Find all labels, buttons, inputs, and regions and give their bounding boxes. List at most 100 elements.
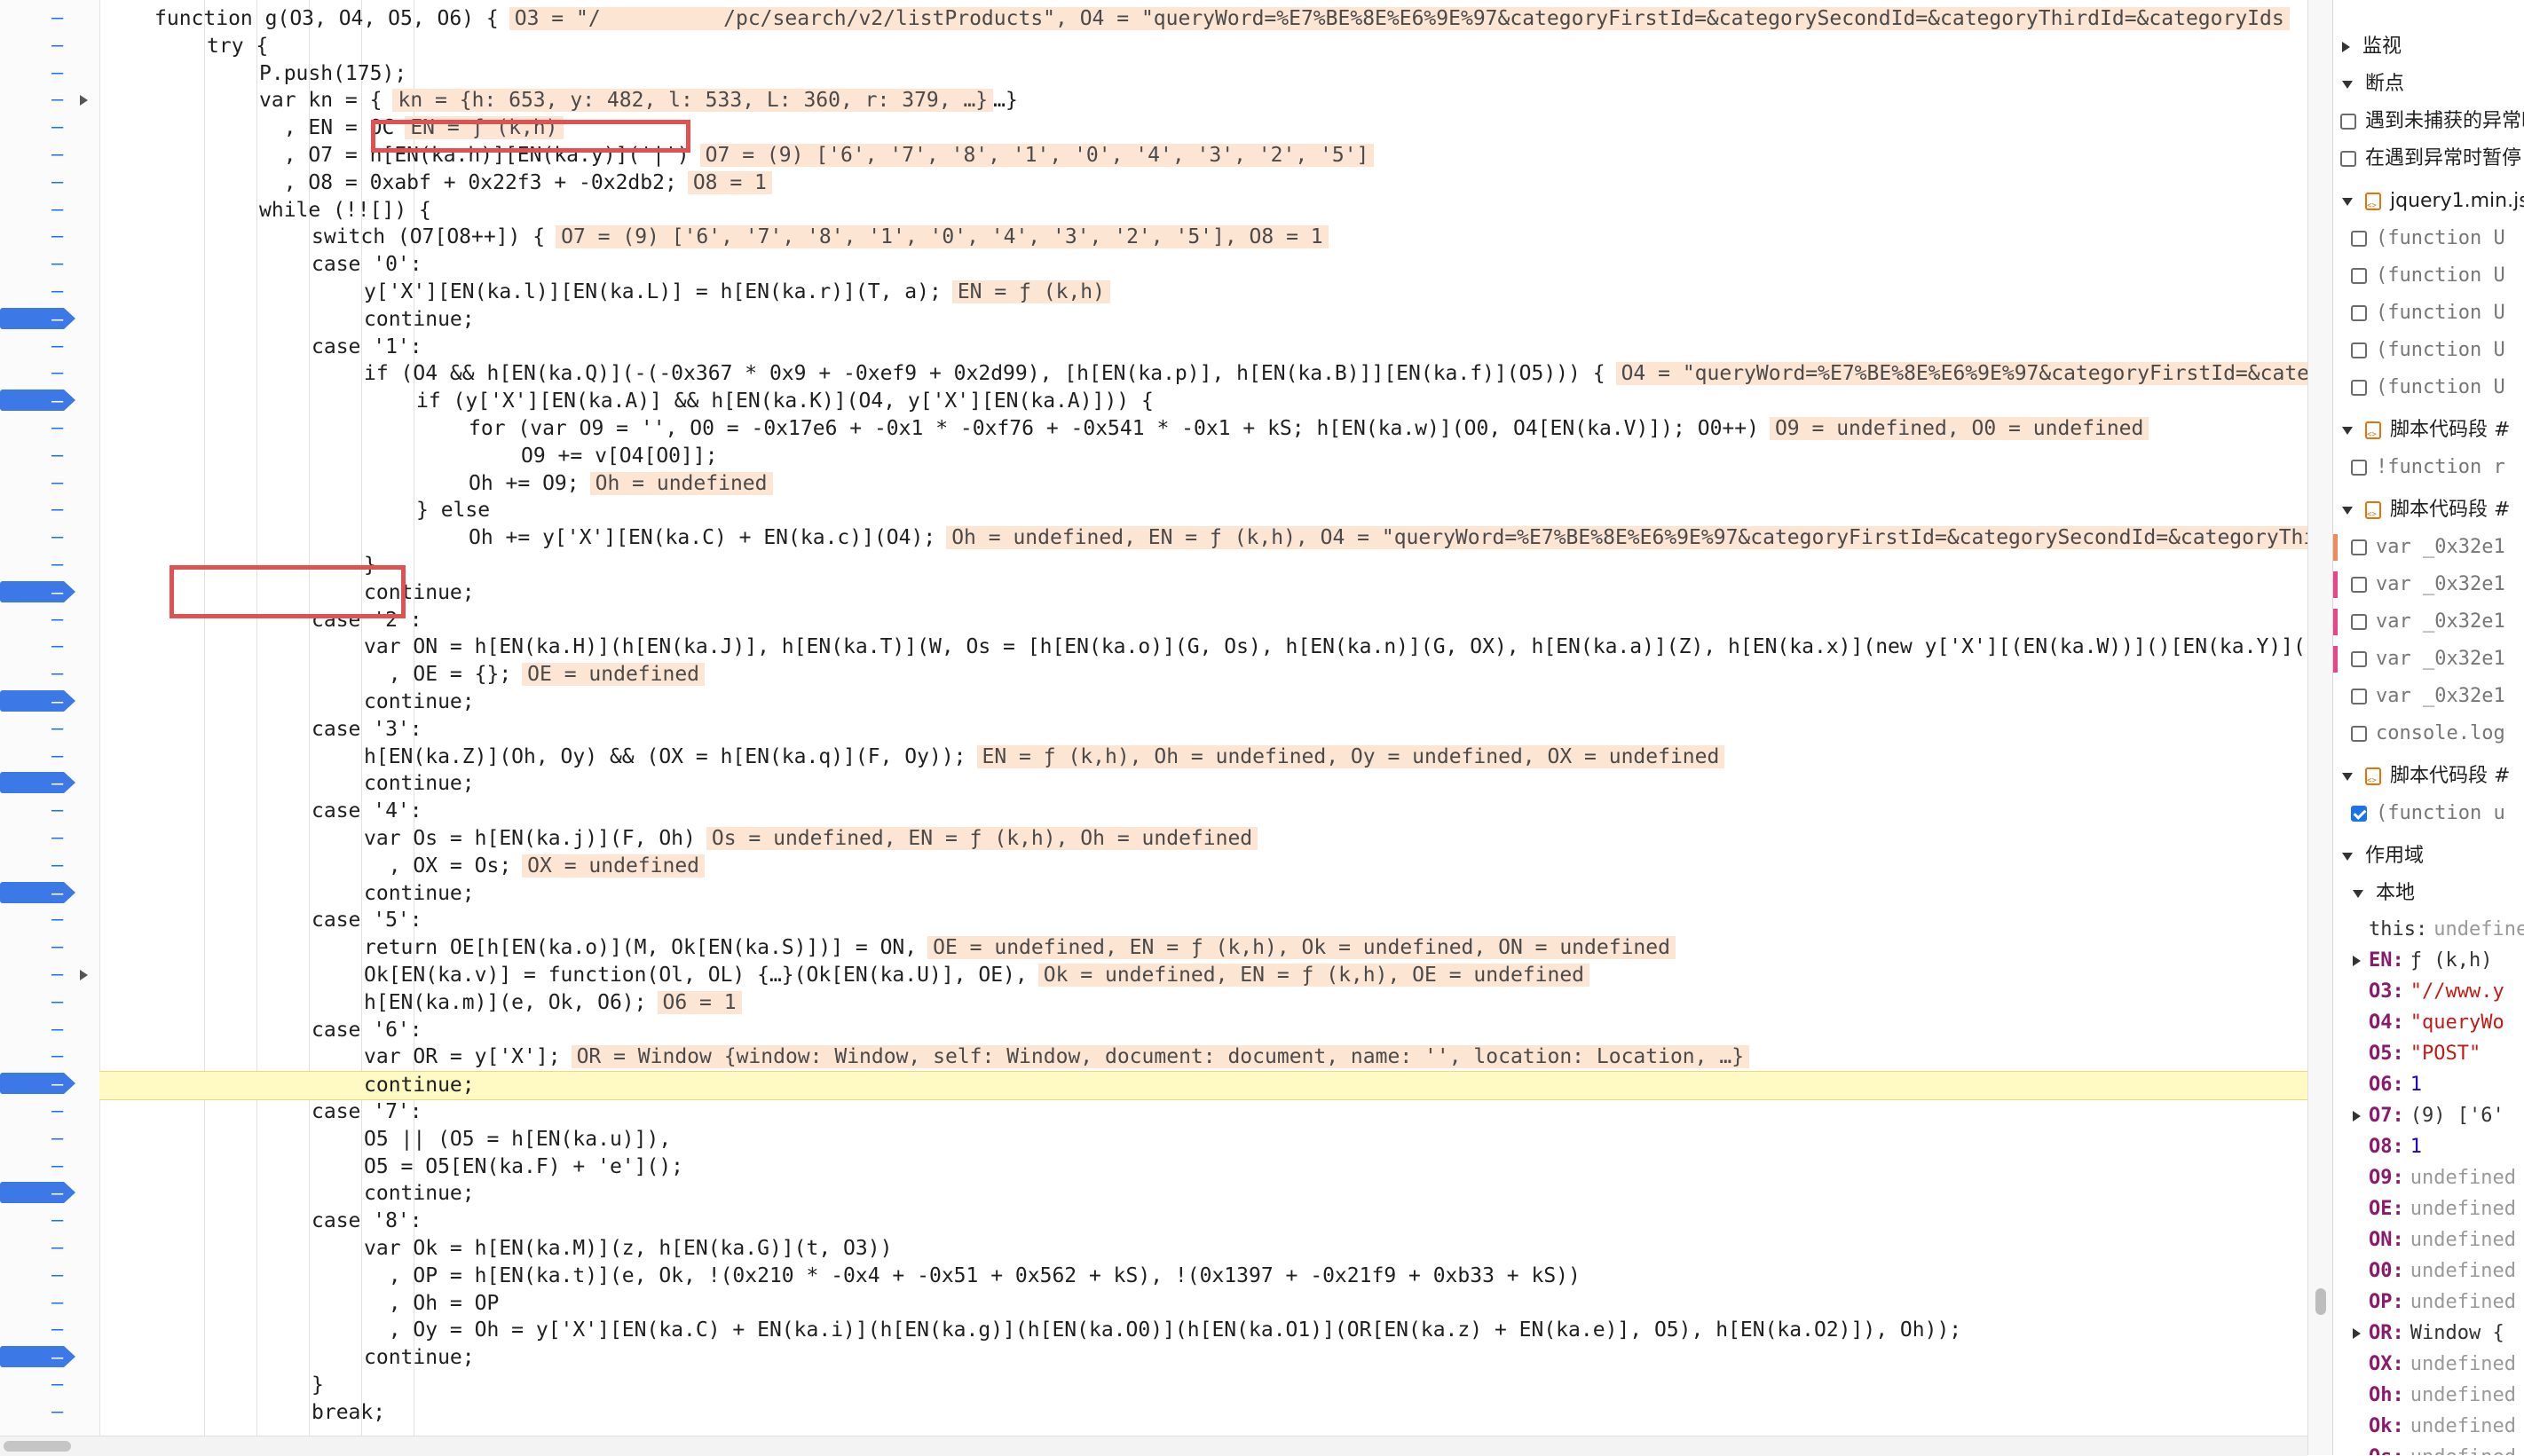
pause-uncaught-option[interactable]: 遇到未捕获的异常时暂停 bbox=[2333, 105, 2524, 138]
gutter-row[interactable]: – bbox=[0, 934, 89, 961]
code-line[interactable]: case '2': bbox=[99, 607, 2307, 634]
breakpoint-item[interactable]: var _0x32e1 bbox=[2333, 642, 2524, 676]
code-line[interactable]: Oh += O9; Oh = undefined bbox=[99, 470, 2307, 498]
code-line[interactable]: case '7': bbox=[99, 1098, 2307, 1126]
gutter-row[interactable]: – bbox=[0, 1126, 89, 1153]
code-line[interactable]: Ok[EN(ka.v)] = function(Ol, OL) {…}(Ok[E… bbox=[99, 962, 2307, 989]
gutter-row[interactable]: – bbox=[0, 907, 89, 933]
gutter-row[interactable]: – bbox=[0, 169, 89, 196]
breakpoint-item[interactable]: (function U bbox=[2333, 334, 2524, 367]
breakpoint-file-group[interactable]: 脚本代码段 # bbox=[2333, 493, 2524, 527]
code-line[interactable]: var Ok = h[EN(ka.M)](z, h[EN(ka.G)](t, O… bbox=[99, 1235, 2307, 1263]
breakpoint-item[interactable]: (function U bbox=[2333, 371, 2524, 405]
gutter-row[interactable]: – bbox=[0, 197, 89, 224]
breakpoint-item[interactable]: (function u bbox=[2333, 797, 2524, 830]
gutter-row[interactable]: – bbox=[0, 1208, 89, 1234]
gutter-row[interactable]: – bbox=[0, 1317, 89, 1343]
code-line[interactable]: continue; bbox=[99, 880, 2307, 908]
code-line[interactable]: try { bbox=[99, 33, 2307, 60]
breakpoint-item[interactable]: (function U bbox=[2333, 222, 2524, 256]
code-line[interactable]: case '1': bbox=[99, 334, 2307, 361]
code-line[interactable]: switch (O7[O8++]) {O7 = (9) ['6', '7', '… bbox=[99, 224, 2307, 251]
gutter-row[interactable]: – bbox=[0, 1098, 89, 1125]
code-line[interactable]: continue; bbox=[99, 306, 2307, 334]
breakpoint-item[interactable]: (function U bbox=[2333, 259, 2524, 293]
gutter-row[interactable]: – bbox=[0, 524, 89, 551]
code-line[interactable]: y['X'][EN(ka.l)][EN(ka.L)] = h[EN(ka.r)]… bbox=[99, 279, 2307, 306]
scope-variable[interactable]: O6: 1 bbox=[2333, 1069, 2524, 1100]
gutter-row[interactable]: – bbox=[0, 1180, 89, 1207]
gutter-row[interactable]: – bbox=[0, 552, 89, 578]
scope-variable[interactable]: O9: undefined bbox=[2333, 1162, 2524, 1193]
gutter-row[interactable]: – bbox=[0, 853, 89, 879]
gutter-row[interactable]: – bbox=[0, 443, 89, 469]
code-line[interactable]: , Oy = Oh = y['X'][EN(ka.C) + EN(ka.i)](… bbox=[99, 1317, 2307, 1344]
scope-variable[interactable]: O3: "//www.y bbox=[2333, 976, 2524, 1007]
checkbox-unchecked[interactable] bbox=[2351, 689, 2367, 704]
breakpoint-item[interactable]: console.log bbox=[2333, 717, 2524, 751]
code-line[interactable]: , Oh = OP bbox=[99, 1290, 2307, 1318]
breakpoint-marker[interactable]: – bbox=[0, 1346, 75, 1369]
scope-variable[interactable]: this: undefined bbox=[2333, 914, 2524, 945]
code-line[interactable]: O5 || (O5 = h[EN(ka.u)]), bbox=[99, 1126, 2307, 1153]
code-line[interactable]: if (O4 && h[EN(ka.Q)](-(-0x367 * 0x9 + -… bbox=[99, 360, 2307, 388]
gutter-row[interactable]: – bbox=[0, 251, 89, 278]
checkbox-unchecked[interactable] bbox=[2351, 231, 2367, 247]
scope-variable[interactable]: Oh: undefined bbox=[2333, 1380, 2524, 1411]
scope-variable[interactable]: OR: Window { bbox=[2333, 1318, 2524, 1349]
breakpoint-item[interactable]: var _0x32e1 bbox=[2333, 680, 2524, 713]
execution-line[interactable]: continue; bbox=[99, 1071, 2307, 1100]
breakpoint-item[interactable]: var _0x32e1 bbox=[2333, 568, 2524, 602]
code-line[interactable]: continue; bbox=[99, 579, 2307, 607]
gutter-row[interactable]: – bbox=[0, 5, 89, 32]
horizontal-scrollbar[interactable] bbox=[0, 1436, 2307, 1456]
vertical-scroll-thumb[interactable] bbox=[2315, 1288, 2326, 1315]
code-line[interactable]: } else bbox=[99, 497, 2307, 524]
code-line[interactable]: var kn = {kn = {h: 653, y: 482, l: 533, … bbox=[99, 87, 2307, 114]
code-line[interactable]: if (y['X'][EN(ka.A)] && h[EN(ka.K)](O4, … bbox=[99, 388, 2307, 415]
gutter-row[interactable]: – bbox=[0, 825, 89, 852]
checkbox-unchecked[interactable] bbox=[2351, 726, 2367, 742]
gutter-row[interactable]: – bbox=[0, 770, 89, 797]
breakpoint-marker[interactable]: – bbox=[0, 772, 75, 795]
gutter-row[interactable]: – bbox=[0, 716, 89, 743]
code-line[interactable]: , OE = {}; OE = undefined bbox=[99, 661, 2307, 689]
gutter-row[interactable]: – bbox=[0, 989, 89, 1016]
code-area[interactable]: function g(O3, O4, O5, O6) {O3 = "/ /pc/… bbox=[99, 0, 2307, 1436]
scope-variable[interactable]: Ok: undefined bbox=[2333, 1411, 2524, 1442]
gutter-row[interactable]: – bbox=[0, 470, 89, 497]
scope-variable[interactable]: ON: undefined bbox=[2333, 1224, 2524, 1255]
horizontal-scroll-thumb[interactable] bbox=[4, 1441, 71, 1452]
pause-caught-option[interactable]: 在遇到异常时暂停 bbox=[2333, 142, 2524, 176]
breakpoint-marker[interactable]: – bbox=[0, 881, 75, 905]
code-line[interactable]: O5 = O5[EN(ka.F) + 'e'](); bbox=[99, 1153, 2307, 1181]
breakpoint-marker[interactable]: – bbox=[0, 307, 75, 331]
code-line[interactable]: P.push(175); bbox=[99, 60, 2307, 88]
code-line[interactable]: var ON = h[EN(ka.H)](h[EN(ka.J)], h[EN(k… bbox=[99, 634, 2307, 661]
code-line[interactable]: case '5': bbox=[99, 907, 2307, 934]
gutter-row[interactable]: – bbox=[0, 1153, 89, 1180]
code-line[interactable]: } bbox=[99, 552, 2307, 579]
gutter-row[interactable]: – bbox=[0, 962, 89, 988]
code-line[interactable]: function g(O3, O4, O5, O6) {O3 = "/ /pc/… bbox=[99, 5, 2307, 33]
gutter-row[interactable]: – bbox=[0, 224, 89, 250]
breakpoint-marker[interactable]: – bbox=[0, 1073, 75, 1096]
line-gutter[interactable]: – – – – – – – – – – – – – – – – – – – – – – – – – – – – – – – – – – – – – – – –… bbox=[0, 0, 100, 1436]
gutter-row[interactable]: – bbox=[0, 634, 89, 660]
code-line[interactable]: case '8': bbox=[99, 1208, 2307, 1235]
code-editor[interactable]: – – – – – – – – – – – – – – – – – – – – – – – – – – – – – – – – – – – – – – – –… bbox=[0, 0, 2307, 1436]
gutter-row[interactable]: – bbox=[0, 689, 89, 715]
code-line[interactable]: continue; bbox=[99, 689, 2307, 716]
breakpoint-marker[interactable]: – bbox=[0, 690, 75, 713]
code-line[interactable]: case '6': bbox=[99, 1017, 2307, 1044]
scope-variable[interactable]: O8: 1 bbox=[2333, 1131, 2524, 1162]
breakpoint-item[interactable]: !function r bbox=[2333, 451, 2524, 484]
code-line[interactable]: } bbox=[99, 1372, 2307, 1399]
code-line[interactable]: case '4': bbox=[99, 798, 2307, 825]
gutter-row[interactable]: – bbox=[0, 33, 89, 59]
breakpoint-marker[interactable]: – bbox=[0, 390, 75, 413]
breakpoint-file-group[interactable]: jquery1.min.js bbox=[2333, 185, 2524, 218]
gutter-row[interactable]: – bbox=[0, 388, 89, 414]
gutter-row[interactable]: – bbox=[0, 1235, 89, 1262]
section-watch[interactable]: 监视 bbox=[2333, 30, 2524, 64]
